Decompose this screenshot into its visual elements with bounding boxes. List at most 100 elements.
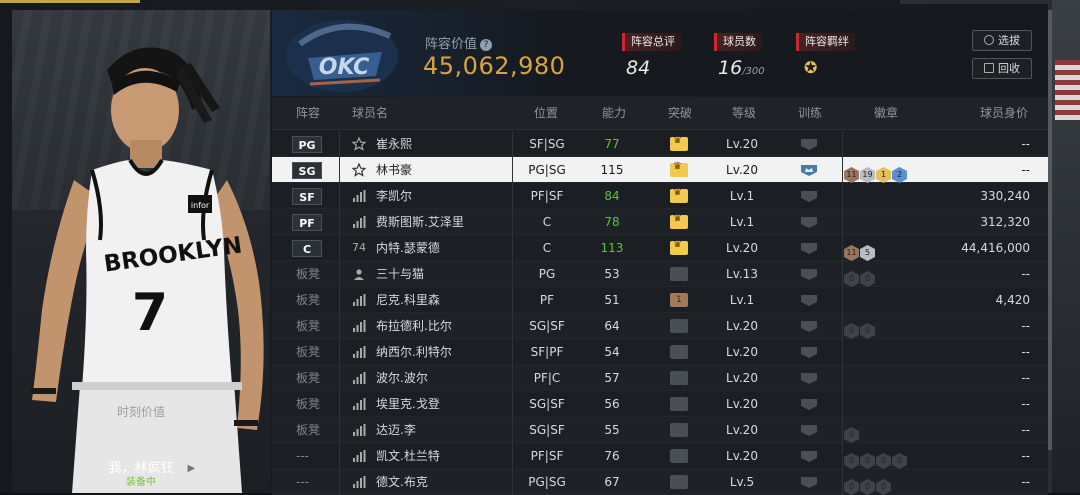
table-row[interactable]: 板凳 尼克.科里森 PF 51 Lv.1 4,420 bbox=[272, 287, 1048, 313]
badge-icon[interactable]: 0 bbox=[844, 323, 859, 339]
player-name[interactable]: 达迈.李 bbox=[376, 417, 416, 443]
badge-icon[interactable]: 11 bbox=[844, 167, 859, 183]
training-shield-icon[interactable] bbox=[800, 424, 818, 437]
table-row[interactable]: SF 李凯尔 PF|SF 84 Lv.1 330,240 bbox=[272, 183, 1048, 209]
player-name[interactable]: 内特.瑟蒙德 bbox=[376, 235, 440, 261]
help-icon[interactable]: ? bbox=[480, 39, 493, 51]
col-player-value[interactable]: 球员身价 bbox=[980, 97, 1028, 130]
badge-icon[interactable]: 1 bbox=[876, 167, 891, 183]
breakthrough-icon[interactable] bbox=[670, 161, 688, 177]
breakthrough-icon[interactable] bbox=[670, 213, 688, 229]
sponsor-patch-text: infor bbox=[191, 201, 210, 210]
training-shield-icon[interactable] bbox=[800, 372, 818, 385]
breakthrough-icon[interactable] bbox=[670, 319, 688, 333]
player-name[interactable]: 费斯图斯.艾泽里 bbox=[376, 209, 464, 235]
col-position[interactable]: 位置 bbox=[534, 97, 558, 130]
player-name[interactable]: 布拉德利.比尔 bbox=[376, 313, 452, 339]
player-name[interactable]: 德文.布克 bbox=[376, 469, 428, 495]
breakthrough-icon[interactable] bbox=[670, 371, 688, 385]
breakthrough-icon[interactable] bbox=[670, 475, 688, 489]
player-value: 312,320 bbox=[980, 215, 1030, 229]
table-row[interactable]: PF 费斯图斯.艾泽里 C 78 Lv.1 312,320 bbox=[272, 209, 1048, 235]
badge-icon[interactable]: 0 bbox=[860, 323, 875, 339]
signal-bars-icon bbox=[353, 294, 366, 306]
badge-icon[interactable]: 0 bbox=[892, 453, 907, 469]
training-shield-icon[interactable] bbox=[800, 346, 818, 359]
player-name[interactable]: 凯文.杜兰特 bbox=[376, 443, 440, 469]
breakthrough-icon[interactable] bbox=[670, 239, 688, 255]
player-name[interactable]: 三十与猫 bbox=[376, 261, 424, 287]
badge-icon[interactable]: 5 bbox=[860, 245, 875, 261]
player-level: Lv.20 bbox=[726, 371, 758, 385]
badge-icon[interactable]: 19 bbox=[860, 167, 875, 183]
table-row[interactable]: SG 林书豪 PG|SG 115 Lv.20 111912 -- bbox=[272, 157, 1048, 183]
player-level: Lv.20 bbox=[726, 241, 758, 255]
badge-icon[interactable]: 0 bbox=[844, 453, 859, 469]
player-name[interactable]: 埃里克.戈登 bbox=[376, 391, 440, 417]
player-position: PG bbox=[538, 267, 556, 281]
training-shield-icon[interactable] bbox=[800, 268, 818, 281]
player-name[interactable]: 林书豪 bbox=[376, 157, 412, 183]
breakthrough-icon[interactable] bbox=[670, 293, 688, 307]
badge-list: 11 5 bbox=[844, 240, 876, 261]
col-level[interactable]: 等级 bbox=[732, 97, 756, 130]
breakthrough-icon[interactable] bbox=[670, 345, 688, 359]
table-row[interactable]: 板凳 布拉德利.比尔 SG|SF 64 Lv.20 0 0 -- bbox=[272, 313, 1048, 339]
player-name[interactable]: 波尔.波尔 bbox=[376, 365, 428, 391]
table-row[interactable]: 板凳 波尔.波尔 PF|C 57 Lv.20 -- bbox=[272, 365, 1048, 391]
table-row[interactable]: 板凳 埃里克.戈登 SG|SF 56 Lv.20 -- bbox=[272, 391, 1048, 417]
team-logo-icon: OKC bbox=[286, 20, 398, 92]
breakthrough-icon[interactable] bbox=[670, 267, 688, 281]
col-ability[interactable]: 能力 bbox=[602, 97, 626, 130]
badge-icon[interactable]: 0 bbox=[844, 271, 859, 287]
training-shield-icon[interactable] bbox=[800, 138, 818, 151]
lineup-slot: --- bbox=[296, 475, 309, 489]
training-shield-icon[interactable] bbox=[800, 398, 818, 411]
breakthrough-icon[interactable] bbox=[670, 449, 688, 463]
draft-button[interactable]: 选拔 bbox=[972, 30, 1032, 51]
player-name[interactable]: 尼克.科里森 bbox=[376, 287, 440, 313]
col-breakthrough[interactable]: 突破 bbox=[668, 97, 692, 130]
badge-list: 00 bbox=[844, 318, 876, 339]
col-player-name[interactable]: 球员名 bbox=[352, 97, 388, 130]
breakthrough-icon[interactable] bbox=[670, 187, 688, 203]
table-row[interactable]: PG 崔永熙 SF|SG 77 Lv.20 -- bbox=[272, 131, 1048, 157]
lineup-slot: 板凳 bbox=[296, 397, 321, 411]
jersey-number-icon: 74 bbox=[352, 241, 366, 254]
badge-icon[interactable]: 0 bbox=[844, 427, 859, 443]
training-shield-icon[interactable] bbox=[800, 190, 818, 203]
badge-icon[interactable]: 0 bbox=[876, 453, 891, 469]
training-shield-icon[interactable] bbox=[800, 450, 818, 463]
breakthrough-icon[interactable] bbox=[670, 135, 688, 151]
player-name[interactable]: 纳西尔.利特尔 bbox=[376, 339, 452, 365]
table-row[interactable]: --- 凯文.杜兰特 PF|SF 76 Lv.20 0 0 0 0 -- bbox=[272, 443, 1048, 469]
badge-icon[interactable]: 2 bbox=[892, 167, 907, 183]
col-lineup[interactable]: 阵容 bbox=[296, 97, 320, 130]
training-crown-icon[interactable] bbox=[800, 164, 818, 177]
recycle-button[interactable]: 回收 bbox=[972, 58, 1032, 79]
badge-icon[interactable]: 11 bbox=[844, 245, 859, 261]
training-shield-icon[interactable] bbox=[800, 216, 818, 229]
stat-player-count: 球员数 16/300 bbox=[714, 30, 765, 79]
stat-chemistry[interactable]: 阵容羁绊 ✪ bbox=[796, 30, 855, 77]
badge-icon[interactable]: 0 bbox=[860, 453, 875, 469]
player-name[interactable]: 李凯尔 bbox=[376, 183, 412, 209]
training-shield-icon[interactable] bbox=[800, 320, 818, 333]
badge-icon[interactable]: 0 bbox=[860, 271, 875, 287]
table-row[interactable]: 板凳 纳西尔.利特尔 SF|PF 54 Lv.20 -- bbox=[272, 339, 1048, 365]
player-ability: 53 bbox=[604, 267, 620, 281]
training-shield-icon[interactable] bbox=[800, 476, 818, 489]
training-shield-icon[interactable] bbox=[800, 294, 818, 307]
table-row[interactable]: C 74 内特.瑟蒙德 C 113 Lv.20 115 44,416,000 bbox=[272, 235, 1048, 261]
breakthrough-icon[interactable] bbox=[670, 397, 688, 411]
table-row[interactable]: --- 德文.布克 PG|SG 67 Lv.5 0 0 0 -- bbox=[272, 469, 1048, 495]
col-badges[interactable]: 徽章 bbox=[874, 97, 898, 130]
col-training[interactable]: 训练 bbox=[798, 97, 822, 130]
player-name[interactable]: 崔永熙 bbox=[376, 131, 412, 157]
training-shield-icon[interactable] bbox=[800, 242, 818, 255]
table-row[interactable]: 板凳 三十与猫 PG 53 Lv.13 0 0 -- bbox=[272, 261, 1048, 287]
player-card[interactable]: BROOKLYN 7 infor 时刻价值 —— ◀ 我，林疯狂 ▶ 装备中 bbox=[12, 10, 270, 493]
column-divider bbox=[842, 261, 843, 287]
table-row[interactable]: 板凳 达迈.李 SG|SF 55 Lv.20 0 -- bbox=[272, 417, 1048, 443]
breakthrough-icon[interactable] bbox=[670, 423, 688, 437]
